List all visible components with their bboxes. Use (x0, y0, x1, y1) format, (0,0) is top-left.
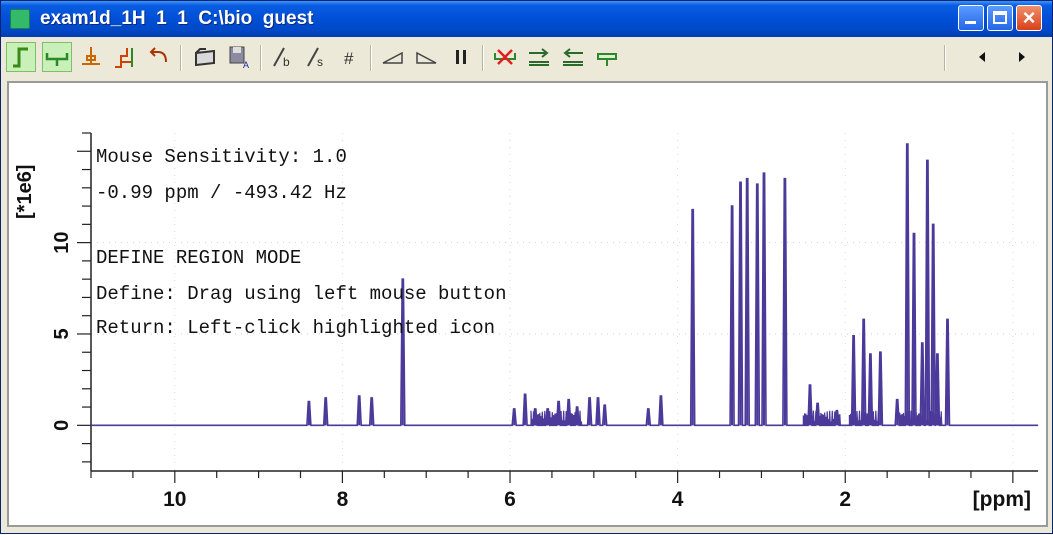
x-tick-label: 8 (337, 488, 349, 511)
x-tick-label: 6 (504, 488, 516, 511)
y-unit-text: [*1e6] (14, 165, 36, 219)
cursor-position-text: -0.99 ppm / -493.42 Hz (96, 182, 347, 204)
y-axis-unit-label: [*1e6] (14, 165, 36, 219)
spectrum-window: exam1d_1H 1 1 C:\bio guest × A b s # 0 5… (0, 0, 1053, 534)
y-tick-label: 10 (51, 231, 73, 253)
y-tick-label: 5 (51, 328, 73, 339)
mouse-sensitivity-text: Mouse Sensitivity: 1.0 (96, 146, 347, 168)
tick-labels: 0 5 10 10 8 6 4 2 [ppm] (51, 231, 1031, 511)
y-tick-label: 0 (51, 420, 73, 431)
x-tick-label: 2 (839, 488, 851, 511)
return-instruction-text: Return: Left-click highlighted icon (96, 317, 496, 339)
x-tick-label: 4 (672, 488, 684, 511)
mode-title-text: DEFINE REGION MODE (96, 247, 302, 269)
x-axis-unit-label: [ppm] (973, 488, 1031, 511)
x-tick-label: 10 (163, 488, 186, 511)
define-instruction-text: Define: Drag using left mouse button (96, 283, 507, 305)
